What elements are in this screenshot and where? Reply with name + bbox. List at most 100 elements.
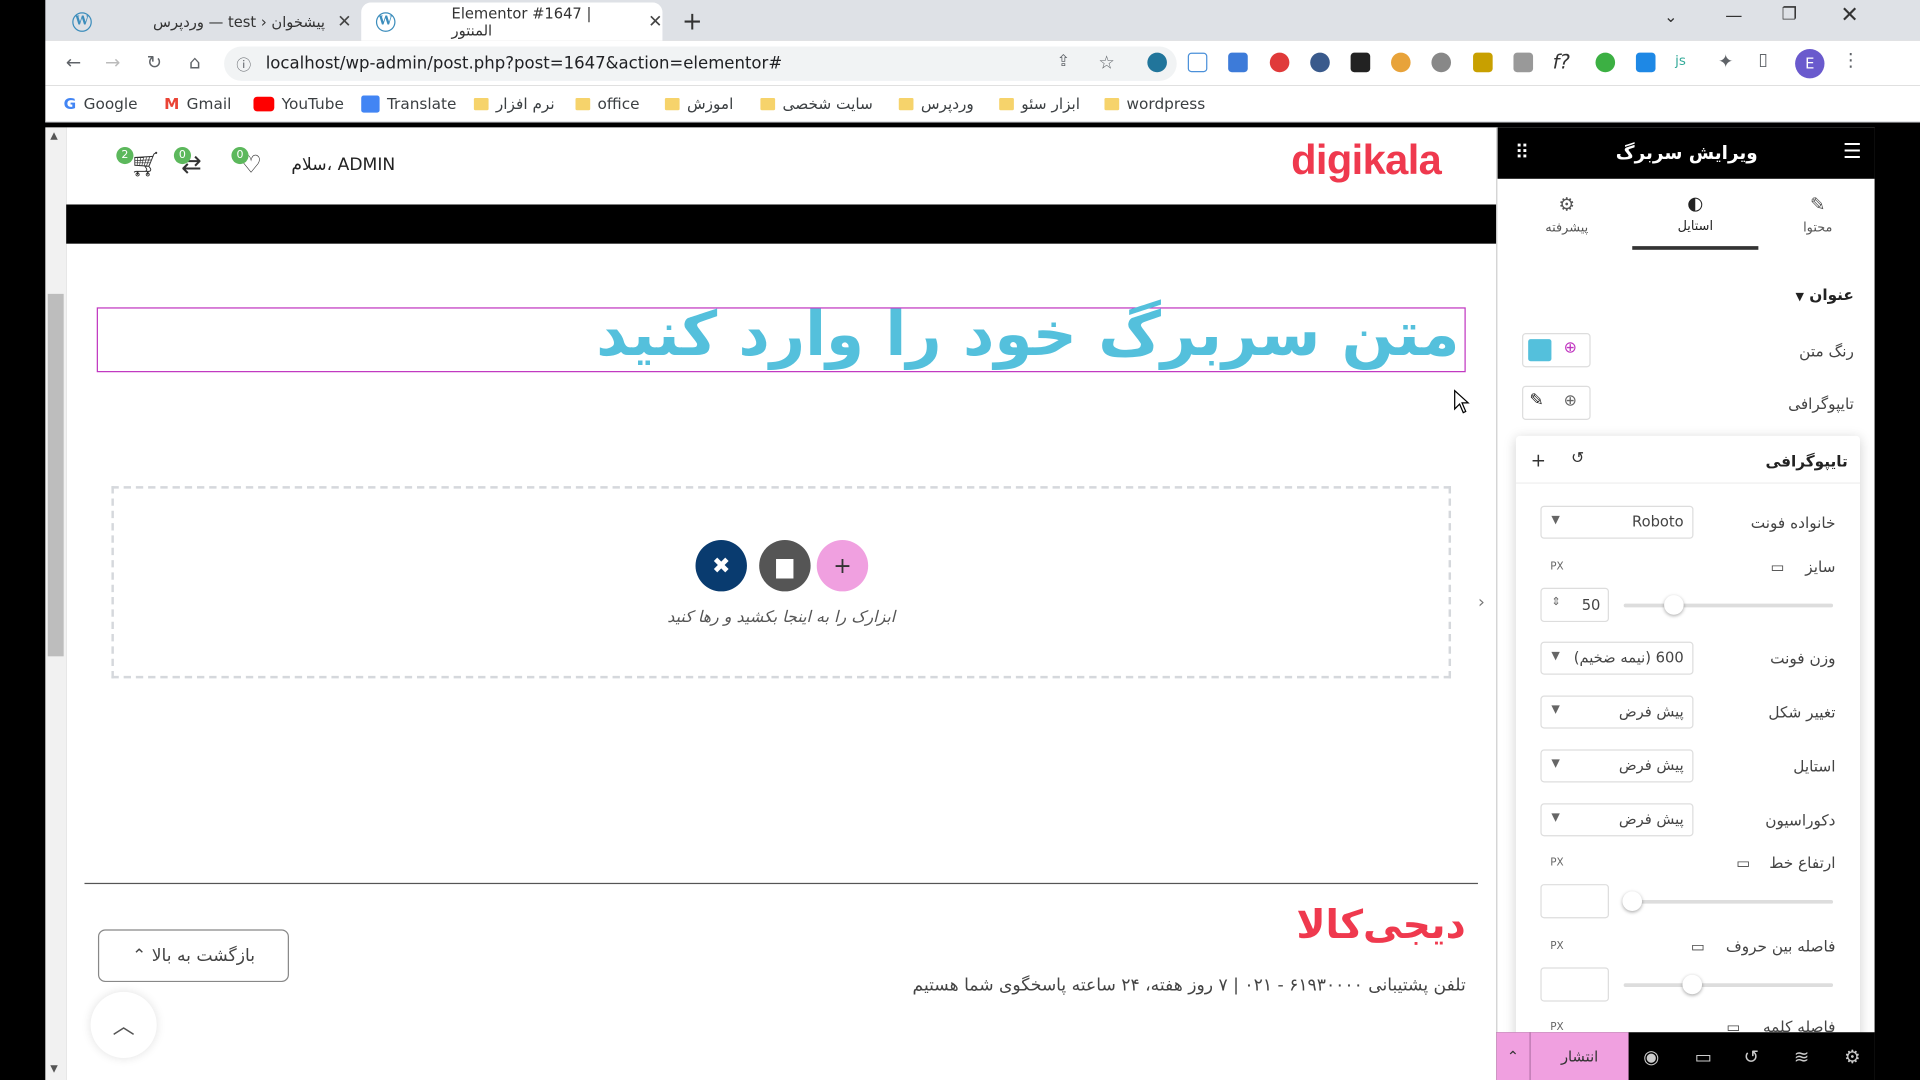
back-icon[interactable]: ← bbox=[62, 51, 84, 73]
typography-controls[interactable]: ✎ ⊕ bbox=[1522, 385, 1591, 421]
reload-icon[interactable]: ↻ bbox=[143, 51, 165, 73]
bookmark-star-icon[interactable]: ☆ bbox=[1098, 51, 1114, 73]
size-input[interactable]: ⇕ 50 bbox=[1540, 587, 1609, 623]
navigator-layers-icon[interactable]: ≋ bbox=[1794, 1046, 1809, 1068]
scrollbar-thumb[interactable] bbox=[47, 293, 64, 657]
slider-handle[interactable] bbox=[1664, 595, 1684, 615]
preview-eye-icon[interactable]: ◉ bbox=[1643, 1046, 1659, 1068]
restore-icon[interactable]: ❐ bbox=[1782, 5, 1797, 25]
globe-icon[interactable]: ⊕ bbox=[1564, 392, 1577, 410]
window-close-icon[interactable]: ✕ bbox=[1840, 2, 1858, 28]
extension-s-icon[interactable] bbox=[1269, 52, 1290, 73]
slider-handle[interactable] bbox=[1682, 974, 1703, 995]
add-icon[interactable]: + bbox=[1531, 449, 1546, 471]
cart-icon[interactable]: 🛒︎ bbox=[130, 149, 161, 178]
stepper-icon[interactable]: ⇕ bbox=[1551, 596, 1560, 608]
extension-cursor-icon[interactable] bbox=[1310, 52, 1330, 73]
side-panel-icon[interactable]: ▯ bbox=[1758, 50, 1767, 70]
extension-font-icon[interactable]: f? bbox=[1553, 50, 1570, 73]
profile-avatar[interactable]: E bbox=[1795, 48, 1825, 79]
extension-gear-icon[interactable] bbox=[1431, 52, 1452, 73]
bookmark-folder[interactable]: نرم افزار bbox=[473, 94, 555, 113]
transform-select[interactable]: پیش فرض ▼ bbox=[1540, 695, 1694, 729]
add-template-button[interactable]: ▆ bbox=[759, 540, 811, 592]
page-scrollbar[interactable]: ▲ ▼ bbox=[45, 127, 67, 1080]
font-weight-select[interactable]: 600 (نیمه ضخیم) ▼ bbox=[1540, 641, 1694, 675]
extension-wordpress-icon[interactable] bbox=[1147, 52, 1167, 73]
extension-rss-icon[interactable] bbox=[1473, 52, 1493, 73]
heading-text[interactable]: متن سربرگ خود را وارد کنید bbox=[596, 299, 1459, 370]
address-bar[interactable]: ⓘ localhost/wp-admin/post.php?post=1647&… bbox=[224, 46, 1177, 81]
section-toggle[interactable]: عنوان ▼ bbox=[1795, 285, 1853, 303]
line-height-unit[interactable]: PX bbox=[1550, 857, 1563, 869]
extensions-puzzle-icon[interactable]: ✦ bbox=[1718, 50, 1733, 72]
footer-logo[interactable]: دیجی‌کالا bbox=[1296, 901, 1465, 948]
letter-spacing-slider[interactable] bbox=[1623, 974, 1834, 995]
slider-handle[interactable] bbox=[1622, 891, 1643, 912]
bookmark-folder[interactable]: wordpress bbox=[1104, 94, 1205, 113]
desktop-icon[interactable]: ▭ bbox=[1691, 938, 1705, 955]
tab-dashboard[interactable]: W پیشخوان ‹ test — وردپرس ✕ bbox=[62, 2, 368, 40]
scroll-up-arrow-icon[interactable]: ▲ bbox=[50, 130, 58, 141]
add-section-button[interactable]: + bbox=[816, 540, 869, 592]
text-color-picker[interactable]: ⊕ bbox=[1522, 333, 1591, 368]
minimize-icon[interactable]: — bbox=[1725, 6, 1742, 26]
decoration-select[interactable]: پیش فرض ▼ bbox=[1540, 803, 1694, 837]
desktop-icon[interactable]: ▭ bbox=[1736, 855, 1750, 872]
tab-elementor[interactable]: W Elementor #1647 | المنتور ✕ bbox=[361, 2, 663, 41]
new-tab-button[interactable]: + bbox=[682, 6, 703, 35]
menu-icon[interactable]: ⋮ bbox=[1842, 49, 1860, 71]
line-height-slider[interactable] bbox=[1622, 891, 1834, 912]
close-icon[interactable]: ✕ bbox=[648, 12, 662, 32]
size-slider[interactable] bbox=[1623, 595, 1834, 615]
extension-color-icon[interactable] bbox=[1595, 52, 1616, 73]
bookmark-folder[interactable]: ابزار سئو bbox=[999, 94, 1080, 113]
forward-icon[interactable]: → bbox=[102, 51, 124, 73]
back-to-top-button[interactable]: بازگشت به بالا ⌃ bbox=[97, 929, 289, 983]
publish-button[interactable]: انتشار bbox=[1530, 1032, 1629, 1080]
globe-icon[interactable]: ⊕ bbox=[1564, 339, 1577, 357]
font-family-select[interactable]: Roboto ▼ bbox=[1540, 505, 1694, 539]
bookmark-translate[interactable]: Translate bbox=[361, 94, 456, 113]
edit-pencil-icon[interactable]: ✎ bbox=[1529, 391, 1543, 411]
letter-spacing-unit[interactable]: PX bbox=[1550, 940, 1563, 952]
elementor-kit-button[interactable]: ✖ bbox=[695, 540, 747, 592]
site-info-icon[interactable]: ⓘ bbox=[236, 54, 251, 75]
user-greeting[interactable]: سلام، ADMIN bbox=[291, 156, 395, 176]
bookmark-google[interactable]: G Google bbox=[64, 94, 138, 112]
tab-style[interactable]: ◐ استایل bbox=[1632, 179, 1759, 250]
share-icon[interactable]: ⇪ bbox=[1057, 53, 1070, 71]
tab-advanced[interactable]: ⚙ پیشرفته bbox=[1504, 179, 1630, 250]
hamburger-menu-icon[interactable]: ☰ bbox=[1843, 140, 1862, 164]
bookmark-gmail[interactable]: M Gmail bbox=[164, 94, 231, 112]
style-select[interactable]: پیش فرض ▼ bbox=[1540, 749, 1694, 783]
history-icon[interactable]: ↺ bbox=[1744, 1046, 1759, 1068]
bookmark-folder[interactable]: office bbox=[575, 94, 640, 113]
bookmark-youtube[interactable]: YouTube bbox=[253, 94, 344, 113]
bookmark-folder[interactable]: سایت شخصی bbox=[760, 94, 873, 113]
empty-section-dropzone[interactable]: ✖ ▆ + ابزارک را به اینجا بکشید و رها کنی… bbox=[111, 486, 1452, 679]
extension-n-icon[interactable] bbox=[1187, 52, 1208, 73]
panel-collapse-chevron-icon[interactable]: › bbox=[1478, 593, 1485, 613]
desktop-icon[interactable]: ▭ bbox=[1771, 558, 1785, 575]
extension-translate-icon[interactable] bbox=[1228, 52, 1248, 73]
extension-seo-icon[interactable] bbox=[1391, 52, 1411, 73]
heading-widget[interactable]: متن سربرگ خود را وارد کنید bbox=[96, 299, 1466, 373]
scroll-down-arrow-icon[interactable]: ▼ bbox=[50, 1063, 58, 1074]
settings-gear-icon[interactable]: ⚙ bbox=[1844, 1046, 1860, 1068]
site-logo[interactable]: digikala bbox=[1291, 137, 1442, 185]
bookmark-folder[interactable]: اموزش bbox=[664, 94, 733, 113]
tab-search-icon[interactable]: ⌄ bbox=[1664, 9, 1677, 27]
extension-grey-icon[interactable] bbox=[1513, 52, 1534, 73]
letter-spacing-input[interactable] bbox=[1540, 967, 1609, 1002]
responsive-mode-icon[interactable]: ▭ bbox=[1695, 1046, 1712, 1068]
extension-mail-icon[interactable] bbox=[1350, 52, 1371, 73]
close-icon[interactable]: ✕ bbox=[337, 12, 351, 32]
reset-icon[interactable]: ↺ bbox=[1571, 449, 1584, 467]
extension-js-icon[interactable]: js bbox=[1675, 53, 1686, 69]
scroll-to-top-button[interactable]: ︿ bbox=[90, 991, 157, 1058]
home-icon[interactable]: ⌂ bbox=[184, 51, 206, 73]
publish-options-button[interactable]: ⌃ bbox=[1496, 1032, 1531, 1080]
size-unit[interactable]: PX bbox=[1550, 561, 1563, 573]
tab-content[interactable]: ✎ محتوا bbox=[1755, 179, 1875, 250]
